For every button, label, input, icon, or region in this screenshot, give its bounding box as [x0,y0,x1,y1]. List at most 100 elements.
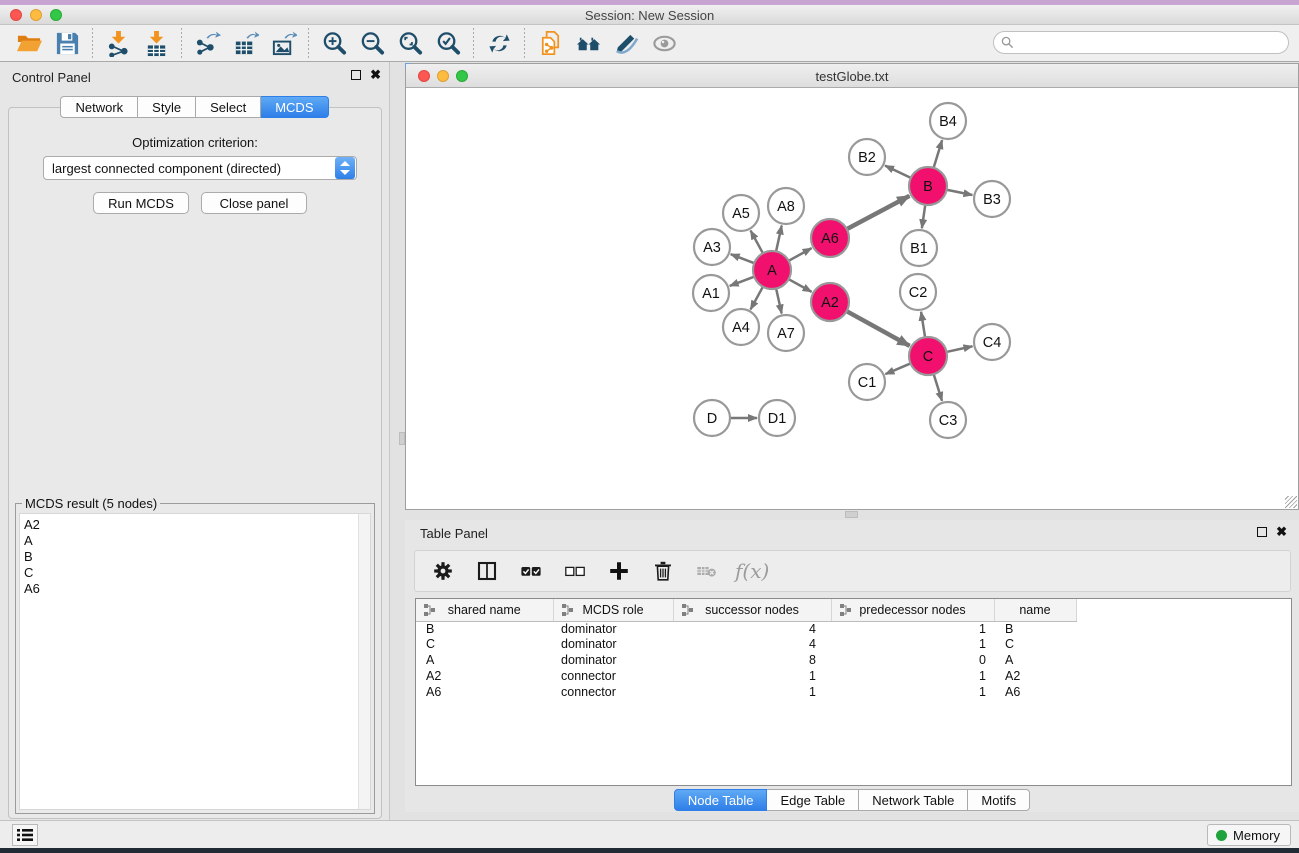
export-table-button[interactable] [226,27,264,59]
zoom-in-button[interactable] [315,27,353,59]
memory-button[interactable]: Memory [1207,824,1291,846]
cell-shared-name[interactable]: C [416,637,553,653]
float-table-panel-icon[interactable] [1257,527,1267,537]
graph-edge-A-A7[interactable] [776,289,782,314]
show-columns-button[interactable] [469,554,505,588]
export-network-button[interactable] [188,27,226,59]
hide-labels-button[interactable] [607,27,645,59]
cell-successor-nodes[interactable]: 8 [673,653,831,669]
cell-predecessor-nodes[interactable]: 1 [831,669,994,685]
network-window-titlebar[interactable]: testGlobe.txt [406,64,1298,88]
table-row[interactable]: C dominator 4 1 C [416,637,1291,653]
run-mcds-button[interactable]: Run MCDS [93,192,189,214]
apply-layout-button[interactable] [480,27,518,59]
clone-network-button[interactable] [531,27,569,59]
list-item[interactable]: C [24,565,370,581]
list-item[interactable]: A6 [24,581,370,597]
graph-edge-B-B1[interactable] [922,205,925,228]
task-history-button[interactable] [12,824,38,846]
close-panel-icon[interactable]: ✖ [370,70,381,80]
graph-edge-C-C4[interactable] [947,346,973,352]
tab-edge-table[interactable]: Edge Table [767,789,859,811]
cell-predecessor-nodes[interactable]: 1 [831,637,994,653]
zoom-selected-button[interactable] [429,27,467,59]
close-table-panel-icon[interactable]: ✖ [1276,527,1287,537]
tab-network[interactable]: Network [60,96,138,118]
graph-edge-A2-C[interactable] [847,311,910,346]
cell-name[interactable]: A [994,653,1076,669]
cell-successor-nodes[interactable]: 1 [673,669,831,685]
zoom-fit-button[interactable] [391,27,429,59]
graph-edge-A-A4[interactable] [751,287,763,310]
list-item[interactable]: A [24,533,370,549]
close-panel-button[interactable]: Close panel [201,192,307,214]
deselect-all-rows-button[interactable] [557,554,593,588]
column-header-predecessor-nodes[interactable]: predecessor nodes [831,599,994,621]
network-search-box[interactable] [993,31,1289,54]
cell-name[interactable]: A6 [994,685,1076,701]
table-options-button[interactable] [425,554,461,588]
tab-node-table[interactable]: Node Table [674,789,768,811]
graph-edge-C-C1[interactable] [885,363,910,374]
column-header-successor-nodes[interactable]: successor nodes [673,599,831,621]
graph-edge-C-C3[interactable] [934,374,942,401]
cell-mcds-role[interactable]: dominator [553,637,673,653]
graph-edge-C-C2[interactable] [921,312,925,337]
list-item[interactable]: B [24,549,370,565]
show-all-networks-button[interactable] [569,27,607,59]
cell-mcds-role[interactable]: connector [553,669,673,685]
export-image-button[interactable] [264,27,302,59]
search-input[interactable] [1014,36,1288,50]
cell-successor-nodes[interactable]: 4 [673,637,831,653]
column-header-shared-name[interactable]: shared name [416,599,553,621]
cell-successor-nodes[interactable]: 4 [673,621,831,637]
optimization-criterion-select[interactable]: largest connected component (directed) [43,156,357,180]
function-builder-button[interactable]: f(x) [733,559,769,583]
cell-predecessor-nodes[interactable]: 0 [831,653,994,669]
table-row[interactable]: A dominator 8 0 A [416,653,1291,669]
open-session-button[interactable] [10,27,48,59]
destroy-table-button[interactable] [689,554,725,588]
graph-edge-A-A3[interactable] [731,254,755,263]
cell-mcds-role[interactable]: dominator [553,653,673,669]
graph-edge-A6-B[interactable] [847,196,910,229]
graph-edge-A-A1[interactable] [730,277,755,286]
horizontal-split-grip[interactable] [845,511,858,518]
cell-mcds-role[interactable]: connector [553,685,673,701]
float-panel-icon[interactable] [351,70,361,80]
delete-columns-button[interactable] [645,554,681,588]
list-item[interactable]: A2 [24,517,370,533]
network-canvas[interactable]: B4B2BB3A8A5A6A3B1AA1C2A2A4A7C4CC1C3DD1 [407,89,1297,508]
graph-edge-A-A2[interactable] [789,279,812,292]
cell-shared-name[interactable]: A6 [416,685,553,701]
graph-edge-B-B4[interactable] [934,140,943,168]
result-list-scrollbar[interactable] [358,514,370,809]
table-row[interactable]: B dominator 4 1 B [416,621,1291,637]
tab-motifs[interactable]: Motifs [968,789,1030,811]
graph-edge-A-A8[interactable] [776,226,782,252]
column-header-mcds-role[interactable]: MCDS role [553,599,673,621]
table-row[interactable]: A2 connector 1 1 A2 [416,669,1291,685]
column-header-name[interactable]: name [994,599,1076,621]
cell-shared-name[interactable]: A2 [416,669,553,685]
tab-network-table[interactable]: Network Table [859,789,968,811]
cell-predecessor-nodes[interactable]: 1 [831,621,994,637]
cell-name[interactable]: A2 [994,669,1076,685]
vertical-split-grip[interactable] [399,432,405,445]
bird-eye-view-button[interactable] [645,27,683,59]
cell-successor-nodes[interactable]: 1 [673,685,831,701]
tab-select[interactable]: Select [196,96,261,118]
select-all-rows-button[interactable] [513,554,549,588]
mcds-result-list[interactable]: A2 A B C A6 [19,513,371,810]
import-table-button[interactable] [137,27,175,59]
tab-style[interactable]: Style [138,96,196,118]
network-graph[interactable]: B4B2BB3A8A5A6A3B1AA1C2A2A4A7C4CC1C3DD1 [407,89,1299,509]
zoom-out-button[interactable] [353,27,391,59]
cell-shared-name[interactable]: B [416,621,553,637]
graph-edge-B-B3[interactable] [947,190,973,195]
cell-shared-name[interactable]: A [416,653,553,669]
tab-mcds[interactable]: MCDS [261,96,328,118]
add-column-button[interactable] [601,554,637,588]
save-session-button[interactable] [48,27,86,59]
table-row[interactable]: A6 connector 1 1 A6 [416,685,1291,701]
